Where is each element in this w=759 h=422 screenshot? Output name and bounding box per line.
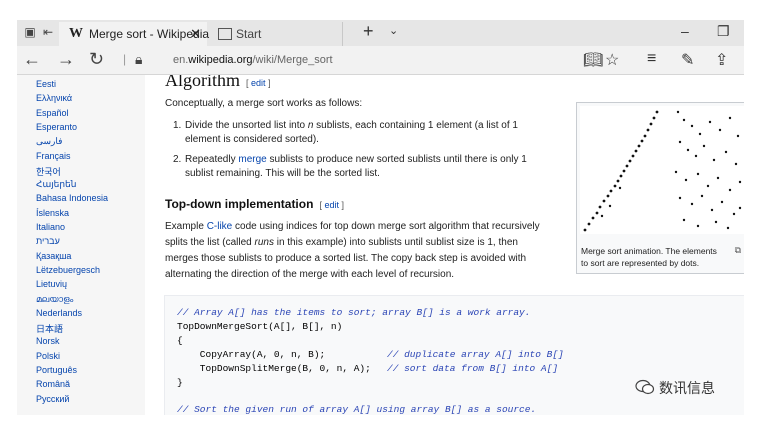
merge-link[interactable]: merge [238,154,266,165]
merge-sort-animation-figure[interactable]: Merge sort animation. The elements to sor… [576,102,744,274]
browser-window: ▣ ⇤ W Merge sort - Wikipedia ✕ Start + ⌄… [17,20,744,415]
language-link[interactable]: Nederlands [36,308,82,318]
paragraph-line: splits the list (called runs in this exa… [165,237,518,248]
language-link[interactable]: Русский [36,394,69,404]
paragraph-line: Example C-like code using indices for to… [165,221,540,232]
language-link[interactable]: Íslenska [36,208,69,218]
language-link[interactable]: فارسی [36,136,62,147]
code-line: CopyArray(A, 0, n, B);// duplicate array… [177,349,564,360]
url-field[interactable]: en.wikipedia.org/wiki/Merge_sort [173,54,333,66]
divider: | [123,52,127,66]
address-bar: ← → ↻ | 🔒︎ en.wikipedia.org/wiki/Merge_s… [17,46,744,75]
language-link[interactable]: Eesti [36,79,56,89]
language-link[interactable]: Հայերեն [36,179,76,190]
code-line: } [177,377,183,388]
language-link[interactable]: Italiano [36,222,65,232]
language-link[interactable]: Lëtzebuergesch [36,265,100,275]
paragraph-line: merges those sublists to produce a sorte… [165,253,527,264]
language-link[interactable]: Ελληνικά [36,93,72,103]
tab-preview-chevron-icon[interactable]: ⌄ [389,24,398,37]
language-link[interactable]: Português [36,365,77,375]
tab-merge-sort[interactable]: W Merge sort - Wikipedia ✕ [59,22,209,46]
figure-caption: Merge sort animation. The elements to sor… [581,246,717,268]
favorite-star-icon[interactable]: ☆ [605,50,619,70]
list-item: 2. Repeatedly merge sublists to produce … [173,154,527,179]
language-link[interactable]: 日本語 [36,322,63,335]
refresh-icon[interactable]: ↻ [89,49,104,70]
new-tab-icon[interactable]: + [363,21,374,42]
language-link[interactable]: Esperanto [36,122,77,132]
web-note-icon[interactable]: ✎ [681,50,694,70]
code-line: TopDownMergeSort(A[], B[], n) [177,321,343,332]
section-heading-top-down: Top-down implementation[ edit ] [165,197,345,211]
code-comment: // Sort the given run of array A[] using… [177,404,537,415]
language-link[interactable]: עברית [36,236,60,246]
hub-icon[interactable]: ≡ [647,50,656,68]
edit-link[interactable]: edit [324,200,339,210]
start-page-icon [218,28,232,40]
code-comment: // Array A[] has the items to sort; arra… [177,307,531,318]
wechat-icon [635,379,655,395]
code-line: TopDownSplitMerge(B, 0, n, A);// sort da… [177,363,559,374]
language-link[interactable]: Română [36,379,70,389]
language-link[interactable]: Polski [36,351,60,361]
language-link[interactable]: 한국어 [36,165,61,178]
restore-icon[interactable]: ❐ [717,23,730,40]
list-item: 1. Divide the unsorted list into n subli… [173,120,518,145]
enlarge-icon[interactable]: ⧉ [735,245,741,256]
forward-icon[interactable]: → [57,49,75,70]
code-line: { [177,335,183,346]
article-content: Algorithm[ edit ] Conceptually, a merge … [145,75,744,415]
language-link[interactable]: Bahasa Indonesia [36,193,108,203]
language-link[interactable]: Қазақша [36,251,71,261]
tab-title: Start [236,27,262,41]
section-heading-algorithm: Algorithm[ edit ] [165,75,271,90]
language-link[interactable]: മലയാളം [36,294,73,305]
language-link[interactable]: Lietuvių [36,279,67,289]
lock-icon[interactable]: 🔒︎ [135,51,142,68]
language-link[interactable]: Français [36,151,71,161]
paragraph-line: alternating the direction of the merge w… [165,269,455,280]
language-link[interactable]: Español [36,108,69,118]
set-tabs-aside-icon[interactable]: ⇤ [41,25,55,39]
minimize-icon[interactable]: – [681,23,689,39]
tab-start[interactable]: Start [212,22,343,46]
back-icon[interactable]: ← [23,49,41,70]
tab-bar: ▣ ⇤ W Merge sort - Wikipedia ✕ Start + ⌄… [17,20,744,46]
merge-sort-animation-image [580,106,744,234]
reading-view-icon[interactable]: 📖︎ [583,50,603,70]
language-link[interactable]: Norsk [36,336,60,346]
intro-text: Conceptually, a merge sort works as foll… [165,98,363,109]
share-icon[interactable]: ⇪ [715,50,728,70]
tab-list-icon[interactable]: ▣ [23,25,37,39]
close-tab-icon[interactable]: ✕ [190,26,201,42]
edit-link[interactable]: edit [251,78,266,88]
watermark: 数讯信息 [635,378,715,398]
language-sidebar: Eesti Ελληνικά Español Esperanto فارسی França… [17,75,145,415]
c-like-link[interactable]: C-like [207,221,233,232]
wikipedia-favicon: W [69,26,83,41]
